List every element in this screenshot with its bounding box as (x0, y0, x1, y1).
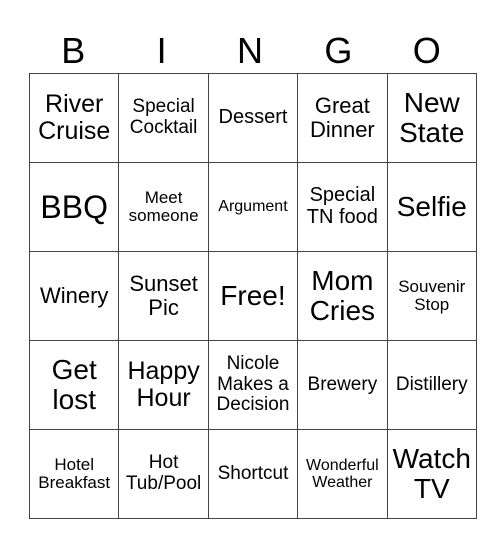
bingo-cell[interactable]: River Cruise (28, 73, 120, 163)
bingo-cell[interactable]: Happy Hour (118, 340, 209, 430)
bingo-header: B I N G O (29, 28, 471, 74)
bingo-grid: River Cruise Special Cocktail Dessert Gr… (28, 73, 477, 519)
grid-row: River Cruise Special Cocktail Dessert Gr… (28, 73, 477, 163)
grid-row: BBQ Meet someone Argument Special TN foo… (28, 162, 477, 252)
bingo-cell[interactable]: Souvenir Stop (386, 251, 477, 341)
bingo-cell[interactable]: Brewery (297, 340, 388, 430)
bingo-cell[interactable]: Argument (207, 162, 299, 252)
header-letter-i: I (156, 30, 167, 71)
bingo-cell[interactable]: BBQ (28, 162, 120, 252)
header-letter-g: G (324, 30, 353, 71)
grid-row: Winery Sunset Pic Free! Mom Cries Souven… (28, 251, 477, 341)
bingo-cell[interactable]: Meet someone (118, 162, 209, 252)
header-letter-n: N (236, 30, 263, 71)
bingo-cell[interactable]: Mom Cries (297, 251, 388, 341)
bingo-cell[interactable]: Watch TV (386, 429, 477, 519)
bingo-cell[interactable]: Sunset Pic (118, 251, 209, 341)
free-space-cell[interactable]: Free! (207, 251, 299, 341)
grid-row: Hotel Breakfast Hot Tub/Pool Shortcut Wo… (28, 429, 477, 519)
bingo-cell[interactable]: Dessert (207, 73, 299, 163)
bingo-cell[interactable]: Shortcut (207, 429, 299, 519)
grid-row: Get lost Happy Hour Nicole Makes a Decis… (28, 340, 477, 430)
bingo-cell[interactable]: Get lost (28, 340, 120, 430)
bingo-cell[interactable]: Winery (28, 251, 120, 341)
bingo-cell[interactable]: Hot Tub/Pool (118, 429, 209, 519)
bingo-cell[interactable]: Hotel Breakfast (28, 429, 120, 519)
bingo-cell[interactable]: Great Dinner (297, 73, 388, 163)
bingo-cell[interactable]: Selfie (386, 162, 477, 252)
bingo-cell[interactable]: Special Cocktail (118, 73, 209, 163)
header-letter-b: B (61, 30, 86, 71)
bingo-cell[interactable]: Wonderful Weather (297, 429, 388, 519)
bingo-cell[interactable]: Nicole Makes a Decision (207, 340, 299, 430)
bingo-cell[interactable]: Special TN food (297, 162, 388, 252)
bingo-cell[interactable]: New State (386, 73, 477, 163)
bingo-cell[interactable]: Distillery (386, 340, 477, 430)
header-letter-o: O (412, 30, 441, 71)
